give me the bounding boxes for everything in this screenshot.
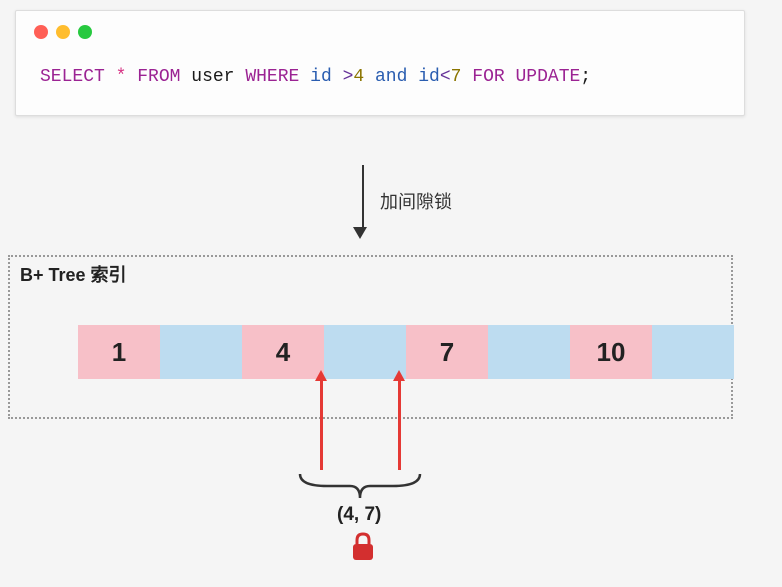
gap-arrow-right	[398, 380, 401, 470]
sql-select: SELECT	[40, 67, 105, 87]
sql-lt: <	[440, 67, 451, 87]
sql-where: WHERE	[245, 67, 299, 87]
maximize-icon	[78, 25, 92, 39]
minimize-icon	[56, 25, 70, 39]
btree-cell-gap	[652, 325, 734, 379]
sql-field2: id	[418, 67, 440, 87]
curly-brace-icon	[295, 472, 425, 500]
sql-from: FROM	[137, 67, 180, 87]
btree-cell-key: 7	[406, 325, 488, 379]
sql-field1: id	[310, 67, 332, 87]
gap-arrow-right-head	[393, 370, 405, 381]
btree-cell-gap	[160, 325, 242, 379]
sql-gt: >	[343, 67, 354, 87]
btree-cell-gap	[488, 325, 570, 379]
btree-title: B+ Tree 索引	[20, 261, 127, 287]
btree-cell-key: 1	[78, 325, 160, 379]
sql-update: UPDATE	[515, 67, 580, 87]
window-controls	[16, 11, 744, 49]
sql-semi: ;	[580, 67, 591, 87]
sql-statement: SELECT * FROM user WHERE id >4 and id<7 …	[16, 49, 744, 115]
sql-for: FOR	[472, 67, 504, 87]
arrow-down	[359, 165, 367, 239]
arrow-label: 加间隙锁	[380, 188, 452, 214]
btree-cell-key: 4	[242, 325, 324, 379]
gap-arrow-left	[320, 380, 323, 470]
lock-icon	[350, 532, 376, 562]
sql-star: *	[116, 67, 127, 87]
close-icon	[34, 25, 48, 39]
btree-index-box: B+ Tree 索引 1 4 7 10	[8, 255, 733, 419]
sql-code-window: SELECT * FROM user WHERE id >4 and id<7 …	[15, 10, 745, 116]
sql-table: user	[191, 67, 234, 87]
gap-arrow-left-head	[315, 370, 327, 381]
btree-cells: 1 4 7 10	[78, 325, 734, 379]
sql-val2: 7	[451, 67, 462, 87]
sql-val1: 4	[353, 67, 364, 87]
range-label: (4, 7)	[337, 504, 381, 526]
sql-and: and	[375, 67, 407, 87]
btree-cell-key: 10	[570, 325, 652, 379]
